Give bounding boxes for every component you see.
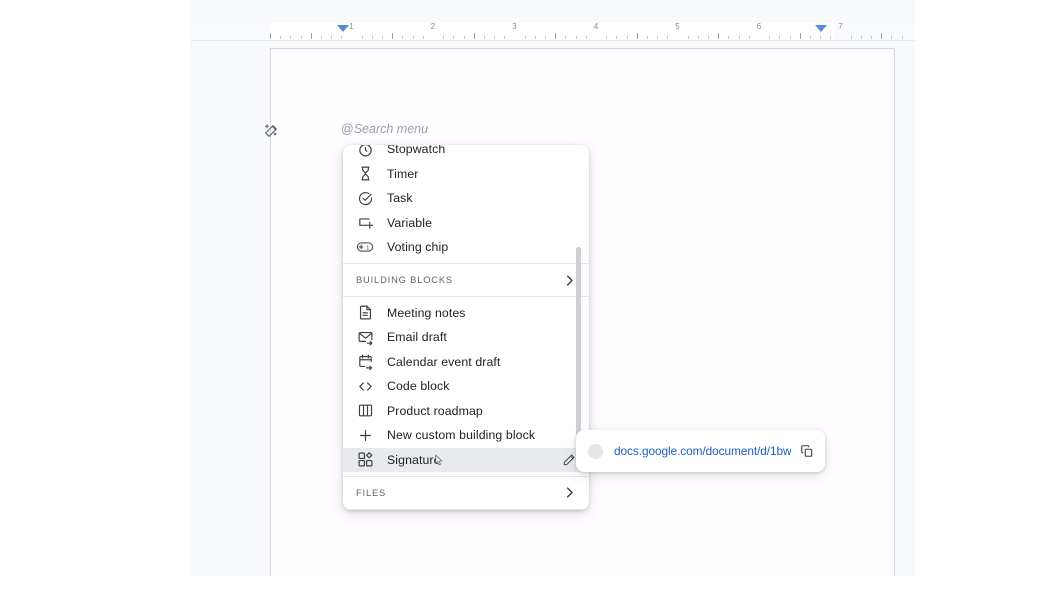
- menu-section-files[interactable]: FILES: [343, 480, 589, 505]
- at-menu-placeholder: Search menu: [354, 122, 428, 136]
- at-insert-menu[interactable]: Stopwatch Timer Task Variable 1 Voting chip BU…: [343, 145, 589, 510]
- ruler-number: 7: [838, 23, 842, 31]
- edit-pencil-icon[interactable]: [562, 453, 576, 467]
- menu-scrollbar-thumb[interactable]: [576, 247, 581, 454]
- menu-divider: [343, 476, 589, 477]
- ruler-number: 5: [675, 23, 679, 31]
- menu-item-label: Timer: [387, 167, 418, 181]
- ruler-number: 1: [349, 23, 353, 31]
- hand-pointer-cursor: [434, 454, 445, 466]
- menu-section-label: BUILDING BLOCKS: [356, 275, 453, 285]
- envelope-arrow-icon: [356, 328, 374, 346]
- menu-item-label: Email draft: [387, 330, 447, 344]
- menu-item-stopwatch[interactable]: Stopwatch: [343, 145, 589, 162]
- grid-blocks-icon: [356, 451, 374, 469]
- indent-marker-left[interactable]: [337, 25, 349, 32]
- roadmap-columns-icon: [356, 402, 374, 420]
- hourglass-icon: [356, 165, 374, 183]
- at-sign: @: [341, 122, 354, 136]
- menu-item-code-block[interactable]: Code block: [343, 374, 589, 399]
- menu-item-label: Voting chip: [387, 240, 448, 254]
- menu-item-new-custom-building-block[interactable]: New custom building block: [343, 423, 589, 448]
- menu-item-list: Stopwatch Timer Task Variable 1 Voting chip BU…: [343, 145, 589, 510]
- calendar-arrow-icon: [356, 353, 374, 371]
- menu-item-variable[interactable]: Variable: [343, 211, 589, 236]
- menu-item-label: Variable: [387, 216, 432, 230]
- check-circle-icon: [356, 189, 374, 207]
- document-lines-icon: [356, 304, 374, 322]
- ruler-number: 4: [594, 23, 598, 31]
- link-url-text[interactable]: docs.google.com/document/d/1bw…: [614, 444, 791, 458]
- chevron-right-icon[interactable]: [562, 273, 577, 288]
- menu-scroll-area[interactable]: Stopwatch Timer Task Variable 1 Voting chip BU…: [343, 145, 589, 510]
- ruler-ticks: 1 2 3 4 5 6 7: [190, 23, 915, 40]
- chevron-right-icon[interactable]: [562, 485, 577, 500]
- ruler-number: 3: [512, 23, 516, 31]
- menu-item-calendar-event-draft[interactable]: Calendar event draft: [343, 350, 589, 375]
- menu-item-label: Task: [387, 191, 413, 205]
- copy-icon[interactable]: [799, 443, 815, 459]
- indent-marker-right[interactable]: [815, 25, 827, 32]
- menu-item-label: New custom building block: [387, 428, 535, 442]
- menu-section-label: FILES: [356, 488, 386, 498]
- document-ruler[interactable]: 1 2 3 4 5 6 7: [190, 23, 915, 41]
- ruler-number: 6: [757, 23, 761, 31]
- menu-item-product-roadmap[interactable]: Product roadmap: [343, 399, 589, 424]
- menu-item-meeting-notes[interactable]: Meeting notes: [343, 301, 589, 326]
- screen-root: 1 2 3 4 5 6 7 @Search menu Stopwatch Timer Task V…: [0, 0, 1043, 609]
- menu-divider: [343, 296, 589, 297]
- menu-item-voting-chip[interactable]: 1 Voting chip: [343, 235, 589, 260]
- menu-item-label: Stopwatch: [387, 145, 445, 156]
- stopwatch-icon: [356, 145, 374, 158]
- svg-text:1: 1: [366, 246, 369, 252]
- menu-item-label: Calendar event draft: [387, 355, 500, 369]
- at-menu-trigger[interactable]: @Search menu: [341, 122, 428, 136]
- variable-box-plus-icon: [356, 214, 374, 232]
- favicon-placeholder: [588, 444, 603, 459]
- link-preview-card[interactable]: docs.google.com/document/d/1bw…: [576, 430, 825, 472]
- ruler-number: 2: [431, 23, 435, 31]
- menu-item-timer[interactable]: Timer: [343, 162, 589, 187]
- plus-icon: [356, 426, 374, 444]
- menu-item-task[interactable]: Task: [343, 186, 589, 211]
- menu-item-label: Product roadmap: [387, 404, 483, 418]
- voting-chip-plus-one-icon: 1: [356, 238, 374, 256]
- menu-divider: [343, 509, 589, 510]
- menu-item-label: Meeting notes: [387, 306, 466, 320]
- menu-section-building-blocks[interactable]: BUILDING BLOCKS: [343, 268, 589, 293]
- menu-item-label: Code block: [387, 379, 450, 393]
- menu-item-signature[interactable]: Signature: [343, 448, 589, 473]
- menu-divider: [343, 263, 589, 264]
- angle-brackets-icon: [356, 377, 374, 395]
- magic-wand-icon[interactable]: [260, 120, 282, 142]
- menu-item-label: Signature: [387, 453, 441, 467]
- menu-item-email-draft[interactable]: Email draft: [343, 325, 589, 350]
